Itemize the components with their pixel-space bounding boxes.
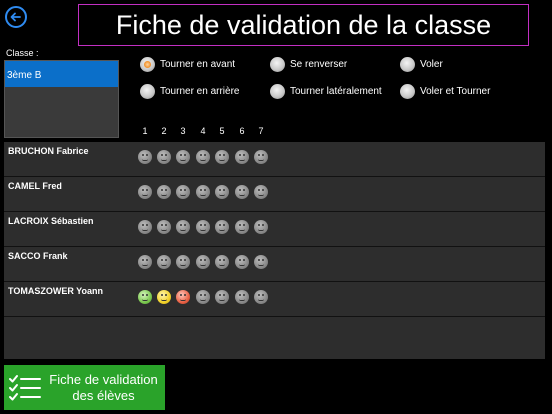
option-voler-et-tourner[interactable]: Voler et Tourner (400, 84, 490, 99)
option-label: Tourner latéralement (290, 86, 382, 97)
status-face-neutral-icon[interactable] (254, 185, 268, 199)
status-face-neutral-icon[interactable] (215, 255, 229, 269)
student-row[interactable]: LACROIX Sébastien (4, 212, 545, 247)
status-face-neutral-icon[interactable] (176, 255, 190, 269)
status-face-neutral-icon[interactable] (254, 290, 268, 304)
checklist-icon (9, 374, 41, 400)
status-face-neutral-icon[interactable] (215, 290, 229, 304)
status-face-neutral-icon[interactable] (138, 220, 152, 234)
validate-label-line1: Fiche de validation (49, 371, 158, 387)
status-face-neutral-icon[interactable] (235, 255, 249, 269)
student-name: BRUCHON Fabrice (8, 146, 89, 156)
option-voler[interactable]: Voler (400, 57, 443, 72)
arrow-left-icon (10, 12, 21, 22)
validate-label-line2: des élèves (72, 387, 135, 403)
student-row[interactable]: BRUCHON Fabrice (4, 142, 545, 177)
status-face-neutral-icon[interactable] (235, 150, 249, 164)
status-face-neutral-icon[interactable] (254, 220, 268, 234)
status-face-neutral-icon[interactable] (138, 185, 152, 199)
status-face-neutral-icon[interactable] (196, 255, 210, 269)
student-name: TOMASZOWER Yoann (8, 286, 104, 296)
status-face-neutral-icon[interactable] (235, 185, 249, 199)
class-list[interactable]: 3ème B (4, 60, 119, 138)
radio-selected-icon (140, 57, 155, 72)
empty-row (4, 317, 545, 359)
option-label: Se renverser (290, 59, 348, 70)
student-row[interactable]: TOMASZOWER Yoann (4, 282, 545, 317)
class-label: Classe : (6, 48, 39, 58)
radio-icon (140, 84, 155, 99)
status-face-neutral-icon[interactable] (254, 255, 268, 269)
student-name: LACROIX Sébastien (8, 216, 94, 226)
status-face-neutral-icon[interactable] (176, 220, 190, 234)
column-header-1: 1 (142, 126, 148, 136)
option-tourner-lateralement[interactable]: Tourner latéralement (270, 84, 382, 99)
option-label: Tourner en avant (160, 59, 236, 70)
back-button[interactable] (5, 6, 27, 28)
status-face-neutral-icon[interactable] (157, 255, 171, 269)
status-face-neutral-icon[interactable] (138, 150, 152, 164)
option-tourner-en-arriere[interactable]: Tourner en arrière (140, 84, 239, 99)
status-face-neutral-icon[interactable] (157, 220, 171, 234)
column-header-6: 6 (239, 126, 245, 136)
status-face-green-icon[interactable] (138, 290, 152, 304)
status-face-neutral-icon[interactable] (157, 150, 171, 164)
class-item-3eme-b[interactable]: 3ème B (5, 61, 118, 87)
validate-students-label: Fiche de validation des élèves (42, 372, 165, 404)
student-name: SACCO Frank (8, 251, 68, 261)
validate-students-button[interactable]: Fiche de validation des élèves (4, 365, 165, 410)
status-face-neutral-icon[interactable] (215, 220, 229, 234)
option-label: Voler et Tourner (420, 86, 491, 97)
page-title-text: Fiche de validation de la classe (115, 9, 492, 40)
status-face-neutral-icon[interactable] (138, 255, 152, 269)
status-face-neutral-icon[interactable] (235, 220, 249, 234)
status-face-neutral-icon[interactable] (196, 185, 210, 199)
radio-icon (270, 57, 285, 72)
status-face-neutral-icon[interactable] (196, 150, 210, 164)
radio-icon (400, 84, 415, 99)
status-face-neutral-icon[interactable] (176, 150, 190, 164)
student-row[interactable]: CAMEL Fred (4, 177, 545, 212)
option-se-renverser[interactable]: Se renverser (270, 57, 347, 72)
column-header-5: 5 (219, 126, 225, 136)
status-face-neutral-icon[interactable] (176, 185, 190, 199)
status-face-yellow-icon[interactable] (157, 290, 171, 304)
page-title: Fiche de validation de la classe (78, 4, 529, 46)
status-face-red-icon[interactable] (176, 290, 190, 304)
column-header-2: 2 (161, 126, 167, 136)
radio-icon (400, 57, 415, 72)
option-label: Tourner en arrière (160, 86, 240, 97)
status-face-neutral-icon[interactable] (196, 220, 210, 234)
option-tourner-en-avant[interactable]: Tourner en avant (140, 57, 235, 72)
status-face-neutral-icon[interactable] (196, 290, 210, 304)
column-header-4: 4 (200, 126, 206, 136)
status-face-neutral-icon[interactable] (157, 185, 171, 199)
student-name: CAMEL Fred (8, 181, 62, 191)
status-face-neutral-icon[interactable] (235, 290, 249, 304)
status-face-neutral-icon[interactable] (215, 150, 229, 164)
status-face-neutral-icon[interactable] (215, 185, 229, 199)
radio-icon (270, 84, 285, 99)
column-header-3: 3 (180, 126, 186, 136)
status-face-neutral-icon[interactable] (254, 150, 268, 164)
student-row[interactable]: SACCO Frank (4, 247, 545, 282)
option-label: Voler (420, 59, 443, 70)
column-header-7: 7 (258, 126, 264, 136)
